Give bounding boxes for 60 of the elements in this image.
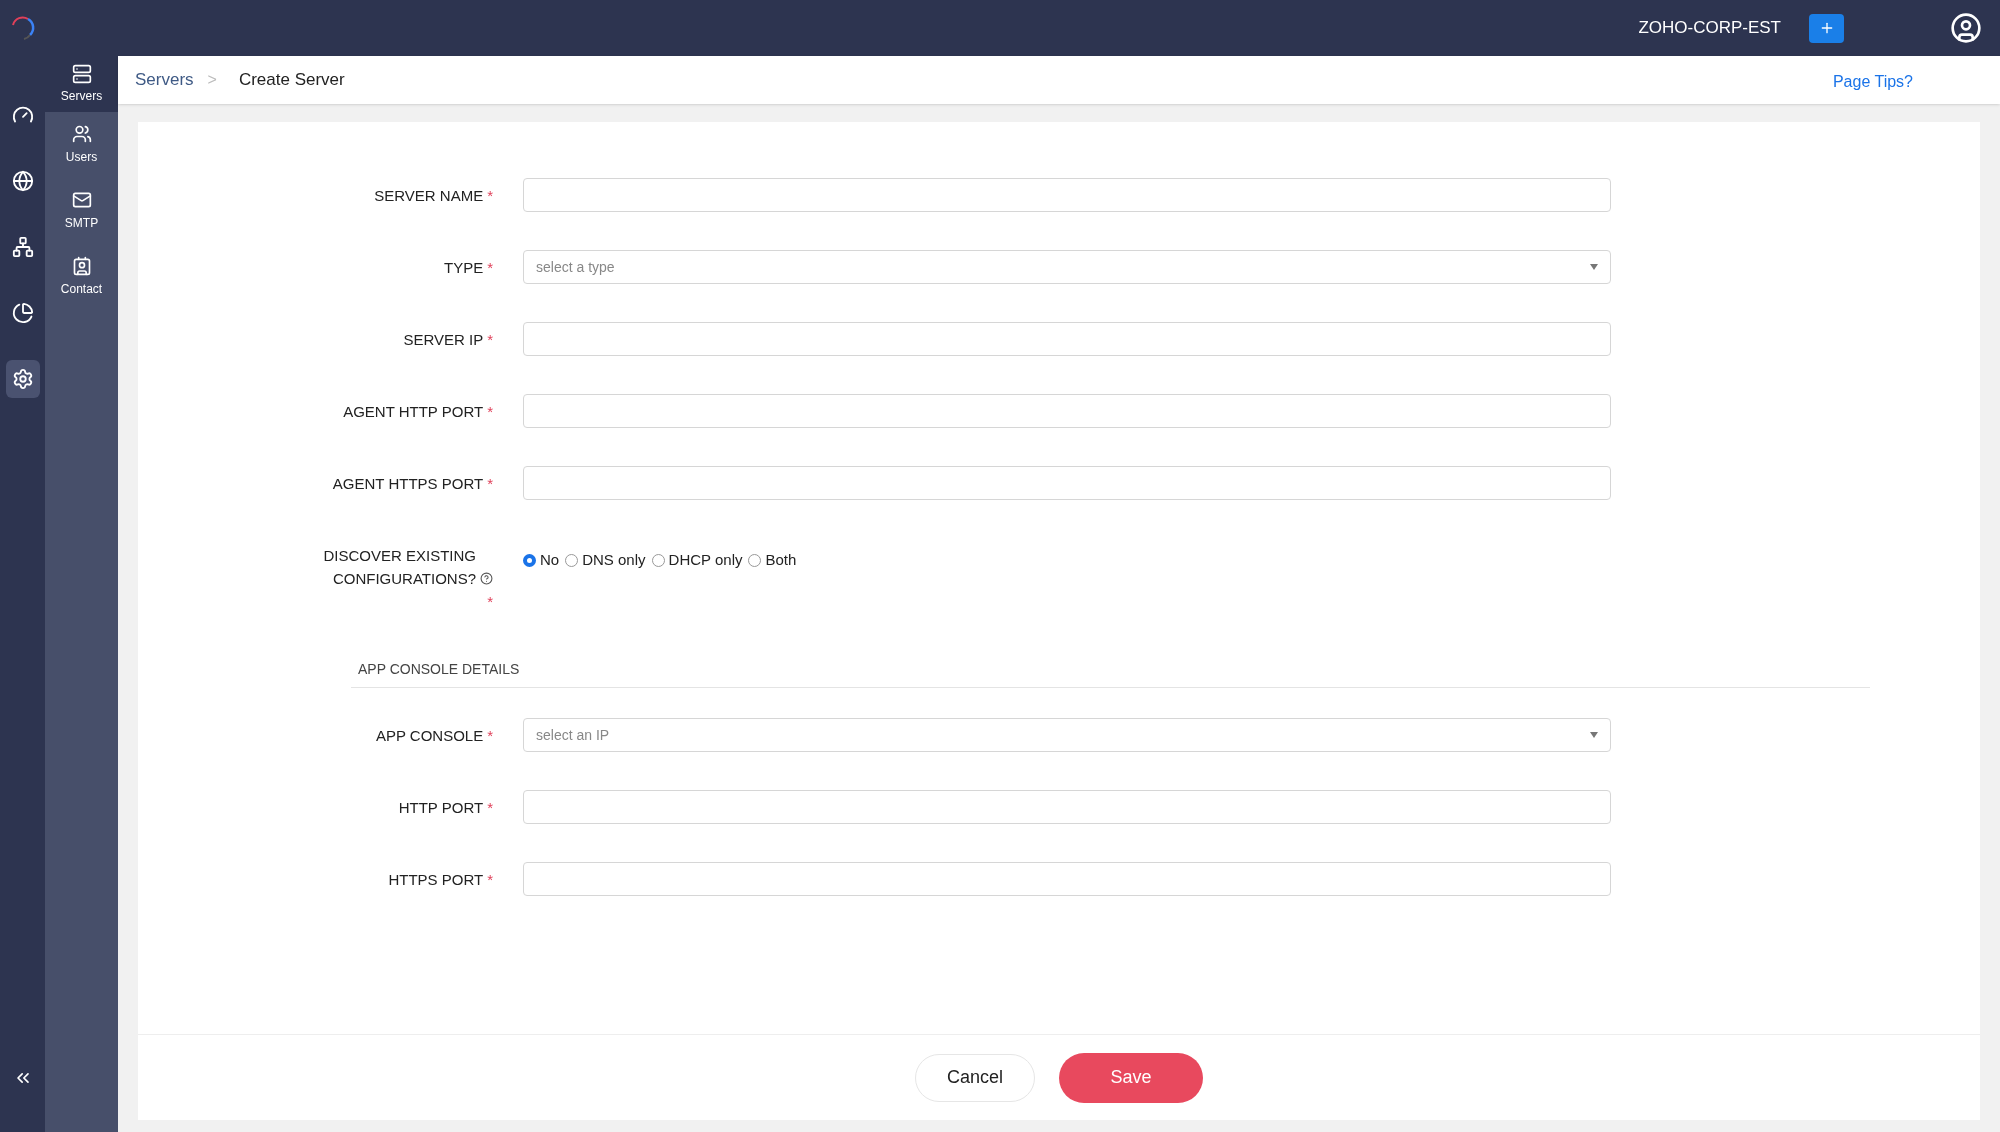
select-field[interactable]: select an IP bbox=[523, 718, 1611, 752]
input-field[interactable] bbox=[523, 466, 1611, 500]
field-label: SERVER IP bbox=[403, 330, 484, 350]
sidebar-item[interactable]: Contact bbox=[45, 244, 118, 310]
input-field[interactable] bbox=[523, 790, 1611, 824]
network-icon bbox=[11, 236, 34, 258]
field-label: HTTP PORT bbox=[398, 798, 484, 818]
save-button[interactable]: Save bbox=[1059, 1052, 1203, 1103]
required-marker: * bbox=[487, 870, 493, 890]
page-title: Create Server bbox=[238, 69, 345, 92]
input-field[interactable] bbox=[523, 394, 1611, 428]
radio-button[interactable] bbox=[748, 553, 762, 567]
caret-icon bbox=[1590, 264, 1598, 270]
caret-icon bbox=[1590, 732, 1598, 738]
required-marker: * bbox=[487, 726, 493, 746]
page-tips-link[interactable]: Page Tips? bbox=[1832, 70, 1913, 94]
required-marker: * bbox=[487, 798, 493, 818]
field-label: DISCOVER EXISTING CONFIGURATIONS? bbox=[322, 546, 476, 589]
contact-icon bbox=[71, 256, 92, 276]
globe-icon bbox=[11, 170, 34, 192]
field-label: HTTPS PORT bbox=[388, 870, 484, 890]
required-marker: * bbox=[487, 258, 493, 278]
sidebar-item[interactable]: SMTP bbox=[45, 178, 118, 244]
breadcrumb-link[interactable]: Servers bbox=[135, 67, 194, 93]
input-field[interactable] bbox=[523, 862, 1611, 896]
radio-option[interactable]: DNS only bbox=[565, 549, 646, 572]
radio-button[interactable] bbox=[565, 553, 579, 567]
sidebar-item[interactable]: Users bbox=[45, 112, 118, 178]
radio-button[interactable] bbox=[651, 553, 665, 567]
required-marker: * bbox=[487, 592, 493, 612]
required-marker: * bbox=[487, 186, 493, 206]
input-field[interactable] bbox=[523, 322, 1611, 356]
user-avatar-icon[interactable] bbox=[1950, 12, 1982, 44]
sidebar-item[interactable]: Servers bbox=[45, 56, 118, 112]
server-icon bbox=[71, 63, 92, 84]
field-label: TYPE bbox=[443, 258, 484, 278]
cancel-button[interactable]: Cancel bbox=[915, 1053, 1035, 1102]
help-icon[interactable] bbox=[480, 572, 493, 585]
rail-item[interactable] bbox=[5, 360, 40, 398]
organization-name[interactable]: ZOHO-CORP-EST bbox=[1638, 15, 1781, 41]
breadcrumb-separator: > bbox=[207, 70, 217, 90]
required-marker: * bbox=[487, 402, 493, 422]
settings-icon bbox=[11, 368, 34, 390]
users-icon bbox=[71, 124, 92, 144]
input-field[interactable] bbox=[523, 178, 1611, 212]
radio-option[interactable]: No bbox=[523, 549, 560, 572]
radio-option[interactable]: DHCP only bbox=[651, 549, 743, 572]
section-heading: APP CONSOLE DETAILS bbox=[358, 661, 520, 677]
radio-button[interactable] bbox=[523, 553, 536, 567]
mail-icon bbox=[71, 190, 92, 210]
pie-chart-icon bbox=[11, 302, 34, 324]
field-label: APP CONSOLE bbox=[375, 726, 484, 746]
required-marker: * bbox=[487, 330, 493, 350]
radio-option[interactable]: Both bbox=[748, 549, 797, 572]
required-marker: * bbox=[487, 474, 493, 494]
select-field[interactable]: select a type bbox=[523, 250, 1611, 284]
field-label: SERVER NAME bbox=[374, 186, 484, 206]
add-button[interactable] bbox=[1809, 13, 1844, 43]
field-label: AGENT HTTP PORT bbox=[343, 402, 484, 422]
field-label: AGENT HTTPS PORT bbox=[332, 474, 484, 494]
